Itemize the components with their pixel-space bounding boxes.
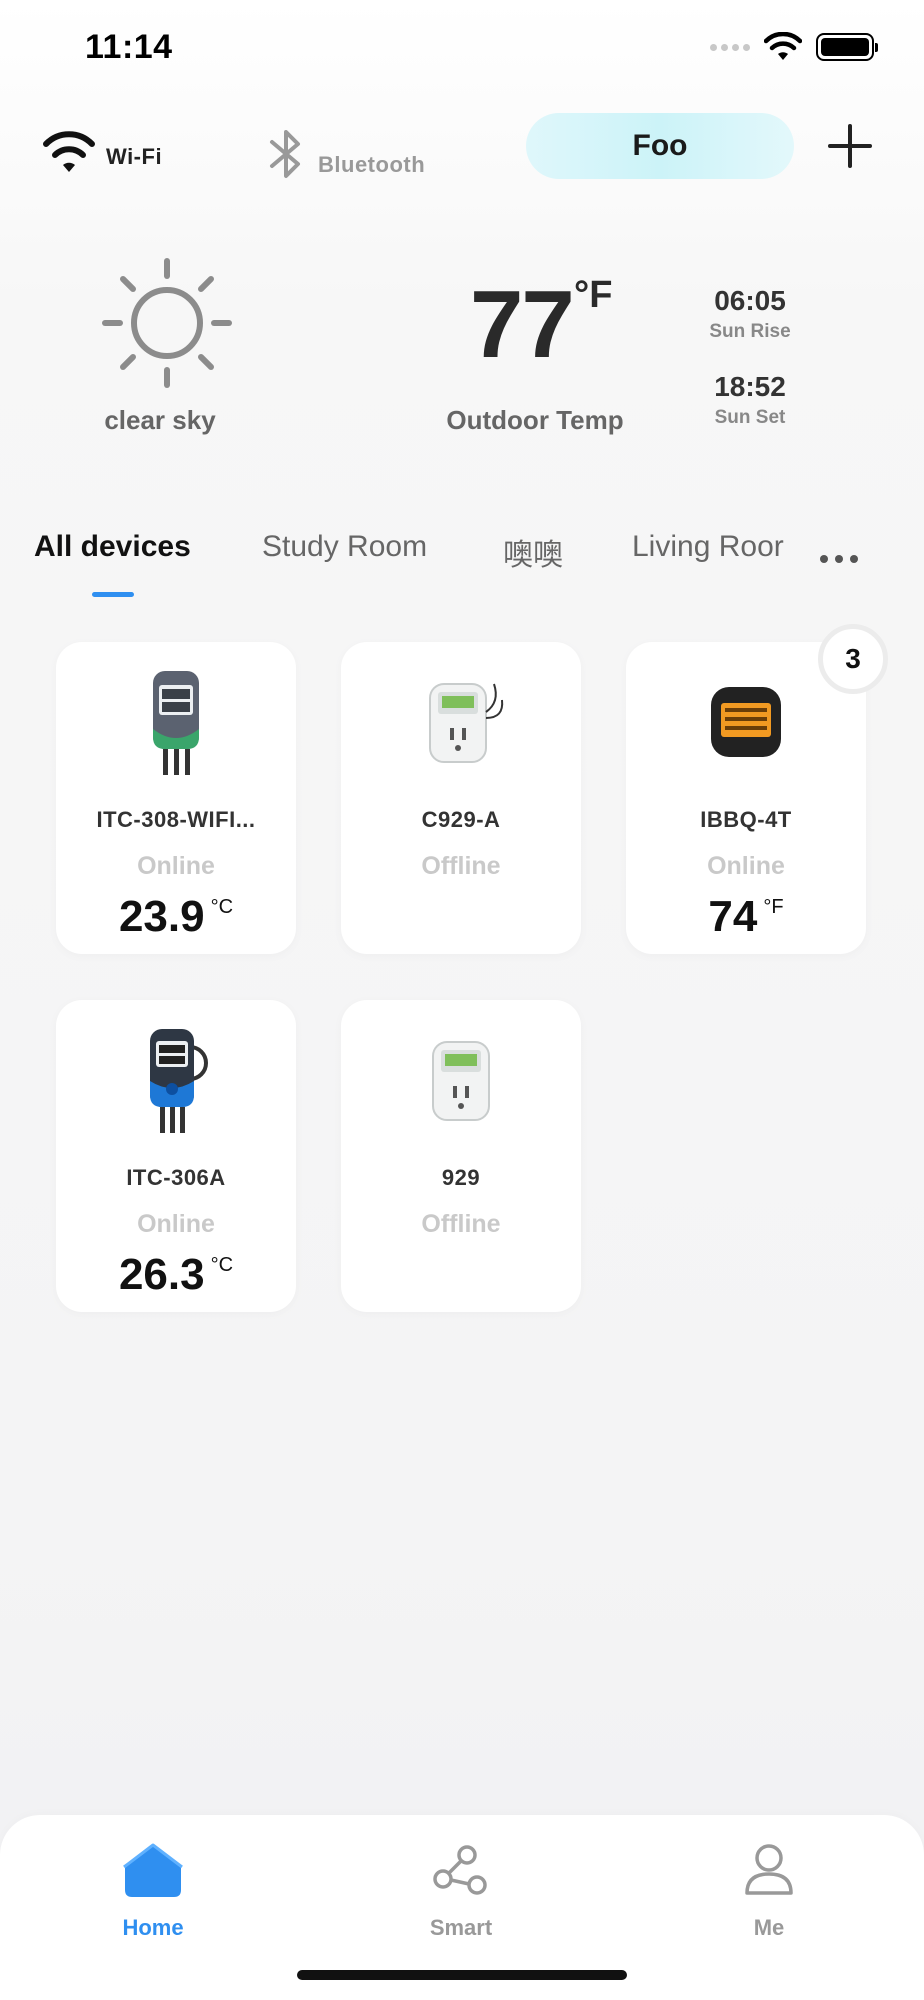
status-bar: 11:14 <box>0 0 924 80</box>
thermostat-controller-icon <box>116 1020 236 1140</box>
device-name: ITC-308-WIFI... <box>96 807 256 832</box>
device-card-itc-308-wifi[interactable]: ITC-308-WIFI... Online 23.9 °C <box>56 642 296 954</box>
nav-me[interactable]: Me <box>689 1835 849 1941</box>
device-reading: 26.3 °C <box>56 1250 296 1300</box>
device-card-c929-a[interactable]: C929-A Offline <box>341 642 581 954</box>
status-icons <box>710 32 878 62</box>
battery-icon <box>816 33 878 61</box>
device-card-ibbq-4t[interactable]: IBBQ-4T Online 74 °F <box>626 642 866 954</box>
connection-row: Wi-Fi Bluetooth Foo <box>0 110 924 210</box>
wifi-label: Wi-Fi <box>106 144 163 169</box>
device-status: Online <box>137 1210 215 1238</box>
temperature-unit: °F <box>574 274 613 316</box>
device-status: Online <box>707 852 785 880</box>
nav-me-label: Me <box>753 1915 785 1940</box>
smart-plug-icon <box>401 662 521 782</box>
share-nodes-icon <box>381 1835 541 1905</box>
reading-unit: °C <box>210 896 234 918</box>
device-status: Offline <box>421 852 501 880</box>
device-name: C929-A <box>421 807 501 832</box>
device-card-929[interactable]: 929 Offline <box>341 1000 581 1312</box>
status-time: 11:14 <box>85 28 173 66</box>
reading-unit: °F <box>763 896 784 918</box>
device-name: ITC-306A <box>126 1165 226 1190</box>
wifi-mode-button[interactable]: Wi-Fi <box>42 130 162 174</box>
more-icon[interactable] <box>820 555 858 563</box>
tab-room-3[interactable]: 噢噢 <box>503 530 563 574</box>
cellular-signal-icon <box>710 43 750 51</box>
user-icon <box>689 1835 849 1905</box>
wifi-icon <box>43 131 95 172</box>
bluetooth-label: Bluetooth <box>318 152 426 177</box>
reading-value: 23.9 <box>118 892 205 941</box>
temperature-value: 77 <box>470 271 575 378</box>
weather-panel: clear sky 77 °F Outdoor Temp 06:05 Sun R… <box>0 240 924 460</box>
reading-unit: °C <box>210 1254 234 1276</box>
sun-times: 06:05 Sun Rise 18:52 Sun Set <box>690 285 810 429</box>
weather-condition: clear sky <box>104 405 216 435</box>
device-reading: 74 °F <box>626 892 866 942</box>
tab-living-room[interactable]: Living Roor <box>632 530 790 564</box>
sunrise-time: 06:05 <box>714 285 786 316</box>
home-icon <box>73 1835 233 1905</box>
sunset-block: 18:52 Sun Set <box>690 371 810 429</box>
sunrise-label: Sun Rise <box>709 321 791 342</box>
nav-smart-label: Smart <box>429 1915 493 1940</box>
nav-home-label: Home <box>122 1915 184 1940</box>
smart-plug-icon <box>401 1020 521 1140</box>
sunrise-block: 06:05 Sun Rise <box>690 285 810 343</box>
wifi-icon <box>764 32 802 60</box>
home-indicator <box>297 1970 627 1980</box>
device-status: Offline <box>421 1210 501 1238</box>
device-name: IBBQ-4T <box>700 807 792 832</box>
reading-value: 74 <box>708 892 758 941</box>
device-name: 929 <box>441 1165 481 1190</box>
bluetooth-icon <box>270 130 300 178</box>
device-card-itc-306a[interactable]: ITC-306A Online 26.3 °C <box>56 1000 296 1312</box>
nav-home[interactable]: Home <box>73 1835 233 1941</box>
active-tab-indicator <box>92 592 134 597</box>
sunset-label: Sun Set <box>714 407 786 428</box>
bbq-thermometer-icon <box>686 662 806 782</box>
device-status: Online <box>137 852 215 880</box>
device-count-badge: 3 <box>818 624 888 694</box>
outdoor-temperature: 77 °F <box>470 270 612 380</box>
room-tabs: All devices Study Room 噢噢 Living Roor <box>0 530 924 600</box>
nav-smart[interactable]: Smart <box>381 1835 541 1941</box>
sunset-time: 18:52 <box>714 371 786 402</box>
sun-icon <box>102 258 232 388</box>
home-selector-button[interactable]: Foo <box>526 113 794 179</box>
reading-value: 26.3 <box>118 1250 205 1299</box>
device-reading: 23.9 °C <box>56 892 296 942</box>
tab-all-devices[interactable]: All devices <box>34 530 191 564</box>
add-device-button[interactable] <box>826 122 874 170</box>
temperature-label: Outdoor Temp <box>446 405 624 435</box>
thermostat-controller-icon <box>116 662 236 782</box>
tab-study-room[interactable]: Study Room <box>262 530 427 564</box>
bluetooth-mode-button[interactable]: Bluetooth <box>264 128 425 180</box>
